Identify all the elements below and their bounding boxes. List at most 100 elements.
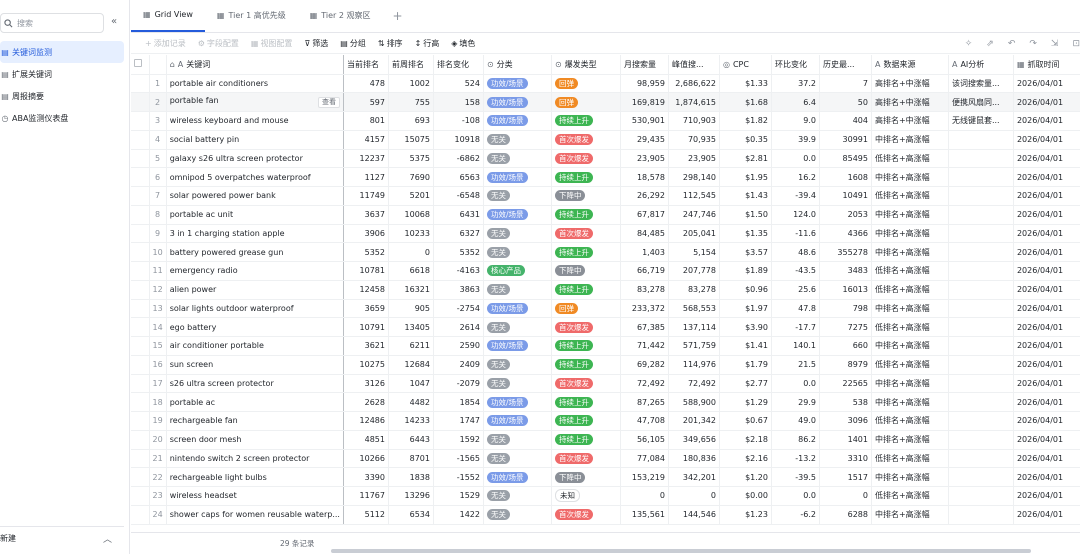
cell-peak[interactable]: 571,759: [668, 336, 720, 356]
cell-chg[interactable]: 2409: [433, 355, 484, 375]
cell-chg[interactable]: -2754: [433, 299, 484, 319]
cell-peak[interactable]: 207,778: [668, 261, 720, 281]
cell-src[interactable]: 中排名+高涨幅: [871, 205, 949, 225]
cell-peak[interactable]: 23,905: [668, 149, 720, 169]
cell-cpc[interactable]: $1.29: [719, 392, 772, 412]
cell-peak[interactable]: 710,903: [668, 111, 720, 131]
cell-prev[interactable]: 905: [388, 299, 434, 319]
cell-time[interactable]: 2026/04/01: [1013, 167, 1080, 187]
cell-hist[interactable]: 7275: [819, 317, 872, 337]
cell-time[interactable]: 2026/04/01: [1013, 92, 1080, 112]
cell-type[interactable]: 首次爆发: [551, 317, 621, 337]
cell-cpc[interactable]: $1.89: [719, 261, 772, 281]
cell-peak[interactable]: 201,342: [668, 411, 720, 431]
cell-mom[interactable]: 48.6: [771, 242, 820, 262]
cell-src[interactable]: 高排名+中涨幅: [871, 74, 949, 94]
cell-time[interactable]: 2026/04/01: [1013, 299, 1080, 319]
chevron-up-icon[interactable]: ︿: [103, 532, 112, 545]
cell-src[interactable]: 中排名+高涨幅: [871, 505, 949, 525]
cell-cur[interactable]: 3390: [343, 467, 389, 487]
cell-ai[interactable]: [948, 299, 1014, 319]
cell-ai[interactable]: [948, 317, 1014, 337]
sidebar-item-3[interactable]: ▤ 周报摘要: [0, 85, 124, 107]
table-row[interactable]: 5 galaxy s26 ultra screen protector 12237 5…: [131, 149, 1080, 169]
cell-prev[interactable]: 13296: [388, 486, 434, 506]
cell-time[interactable]: 2026/04/01: [1013, 317, 1080, 337]
cell-kw[interactable]: sun screen: [166, 355, 344, 375]
cell-cpc[interactable]: $1.79: [719, 355, 772, 375]
cell-type[interactable]: 首次爆发: [551, 224, 621, 244]
cell-kw[interactable]: solar powered power bank: [166, 186, 344, 206]
cell-hist[interactable]: 1401: [819, 430, 872, 450]
table-row[interactable]: 11 emergency radio 10781 6618 -4163 核心产品 下降中 66…: [131, 261, 1080, 281]
cell-ai[interactable]: [948, 224, 1014, 244]
cell-cur[interactable]: 3637: [343, 205, 389, 225]
cell-cat[interactable]: 功效/场景: [483, 111, 552, 131]
cell-peak[interactable]: 137,114: [668, 317, 720, 337]
cell-src[interactable]: 中排名+高涨幅: [871, 392, 949, 412]
cell-cat[interactable]: 功效/场景: [483, 336, 552, 356]
cell-cpc[interactable]: $2.18: [719, 430, 772, 450]
cell-hist[interactable]: 6288: [819, 505, 872, 525]
table-row[interactable]: 14 ego battery 10791 13405 2614 无关 首次爆发 67,385 1…: [131, 317, 1080, 337]
cell-time[interactable]: 2026/04/01: [1013, 242, 1080, 262]
cell-hist[interactable]: 50: [819, 92, 872, 112]
sidebar-item-1[interactable]: ▤ 关键词监测: [0, 41, 124, 63]
cell-vol[interactable]: 29,435: [620, 130, 669, 150]
cell-hist[interactable]: 1517: [819, 467, 872, 487]
cell-cur[interactable]: 3126: [343, 374, 389, 394]
cell-time[interactable]: 2026/04/01: [1013, 149, 1080, 169]
cell-prev[interactable]: 4482: [388, 392, 434, 412]
cell-time[interactable]: 2026/04/01: [1013, 261, 1080, 281]
cell-cur[interactable]: 3621: [343, 336, 389, 356]
cell-cat[interactable]: 功效/场景: [483, 411, 552, 431]
cell-type[interactable]: 持续上升: [551, 167, 621, 187]
cell-cur[interactable]: 5352: [343, 242, 389, 262]
search-input[interactable]: 搜索: [17, 18, 33, 29]
row-checkbox[interactable]: [131, 242, 150, 262]
column-header[interactable]: 前周排名: [388, 55, 434, 75]
cell-kw[interactable]: wireless keyboard and mouse: [166, 111, 344, 131]
table-row[interactable]: 21 nintendo switch 2 screen protector 1026…: [131, 449, 1080, 469]
cell-prev[interactable]: 15075: [388, 130, 434, 150]
cell-hist[interactable]: 8979: [819, 355, 872, 375]
cell-cpc[interactable]: $1.50: [719, 205, 772, 225]
cell-peak[interactable]: 247,746: [668, 205, 720, 225]
cell-chg[interactable]: 1529: [433, 486, 484, 506]
add-view-button[interactable]: +: [383, 0, 413, 32]
cell-ai[interactable]: [948, 242, 1014, 262]
cell-src[interactable]: 中排名+高涨幅: [871, 130, 949, 150]
cell-prev[interactable]: 6618: [388, 261, 434, 281]
cell-hist[interactable]: 3096: [819, 411, 872, 431]
cell-hist[interactable]: 3310: [819, 449, 872, 469]
cell-chg[interactable]: -1565: [433, 449, 484, 469]
row-checkbox[interactable]: [131, 411, 150, 431]
cell-cur[interactable]: 5112: [343, 505, 389, 525]
cell-cur[interactable]: 12237: [343, 149, 389, 169]
cell-type[interactable]: 持续上升: [551, 242, 621, 262]
cell-type[interactable]: 首次爆发: [551, 449, 621, 469]
cell-chg[interactable]: 158: [433, 92, 484, 112]
cell-kw[interactable]: portable ac unit: [166, 205, 344, 225]
cell-vol[interactable]: 1,403: [620, 242, 669, 262]
cell-cpc[interactable]: $0.00: [719, 486, 772, 506]
cell-chg[interactable]: 1854: [433, 392, 484, 412]
cell-mom[interactable]: 86.2: [771, 430, 820, 450]
cell-mom[interactable]: 49.0: [771, 411, 820, 431]
cell-chg[interactable]: 6327: [433, 224, 484, 244]
cell-peak[interactable]: 1,874,615: [668, 92, 720, 112]
cell-time[interactable]: 2026/04/01: [1013, 130, 1080, 150]
cell-hist[interactable]: 798: [819, 299, 872, 319]
table-row[interactable]: 24 shower caps for women reusable waterp.…: [131, 505, 1080, 525]
cell-src[interactable]: 低排名+高涨幅: [871, 186, 949, 206]
cell-src[interactable]: 低排名+高涨幅: [871, 449, 949, 469]
cell-mom[interactable]: -6.2: [771, 505, 820, 525]
cell-ai[interactable]: 便携风扇同...: [948, 92, 1014, 112]
cell-cpc[interactable]: $1.23: [719, 505, 772, 525]
table-row[interactable]: 18 portable ac 2628 4482 1854 功效/场景 持续上升 87,265…: [131, 392, 1080, 412]
table-row[interactable]: 8 portable ac unit 3637 10068 6431 功效/场景 持续上升 6…: [131, 205, 1080, 225]
cell-ai[interactable]: [948, 486, 1014, 506]
cell-ai[interactable]: [948, 467, 1014, 487]
cell-hist[interactable]: 2053: [819, 205, 872, 225]
group-button[interactable]: ▤ 分组: [340, 38, 366, 49]
